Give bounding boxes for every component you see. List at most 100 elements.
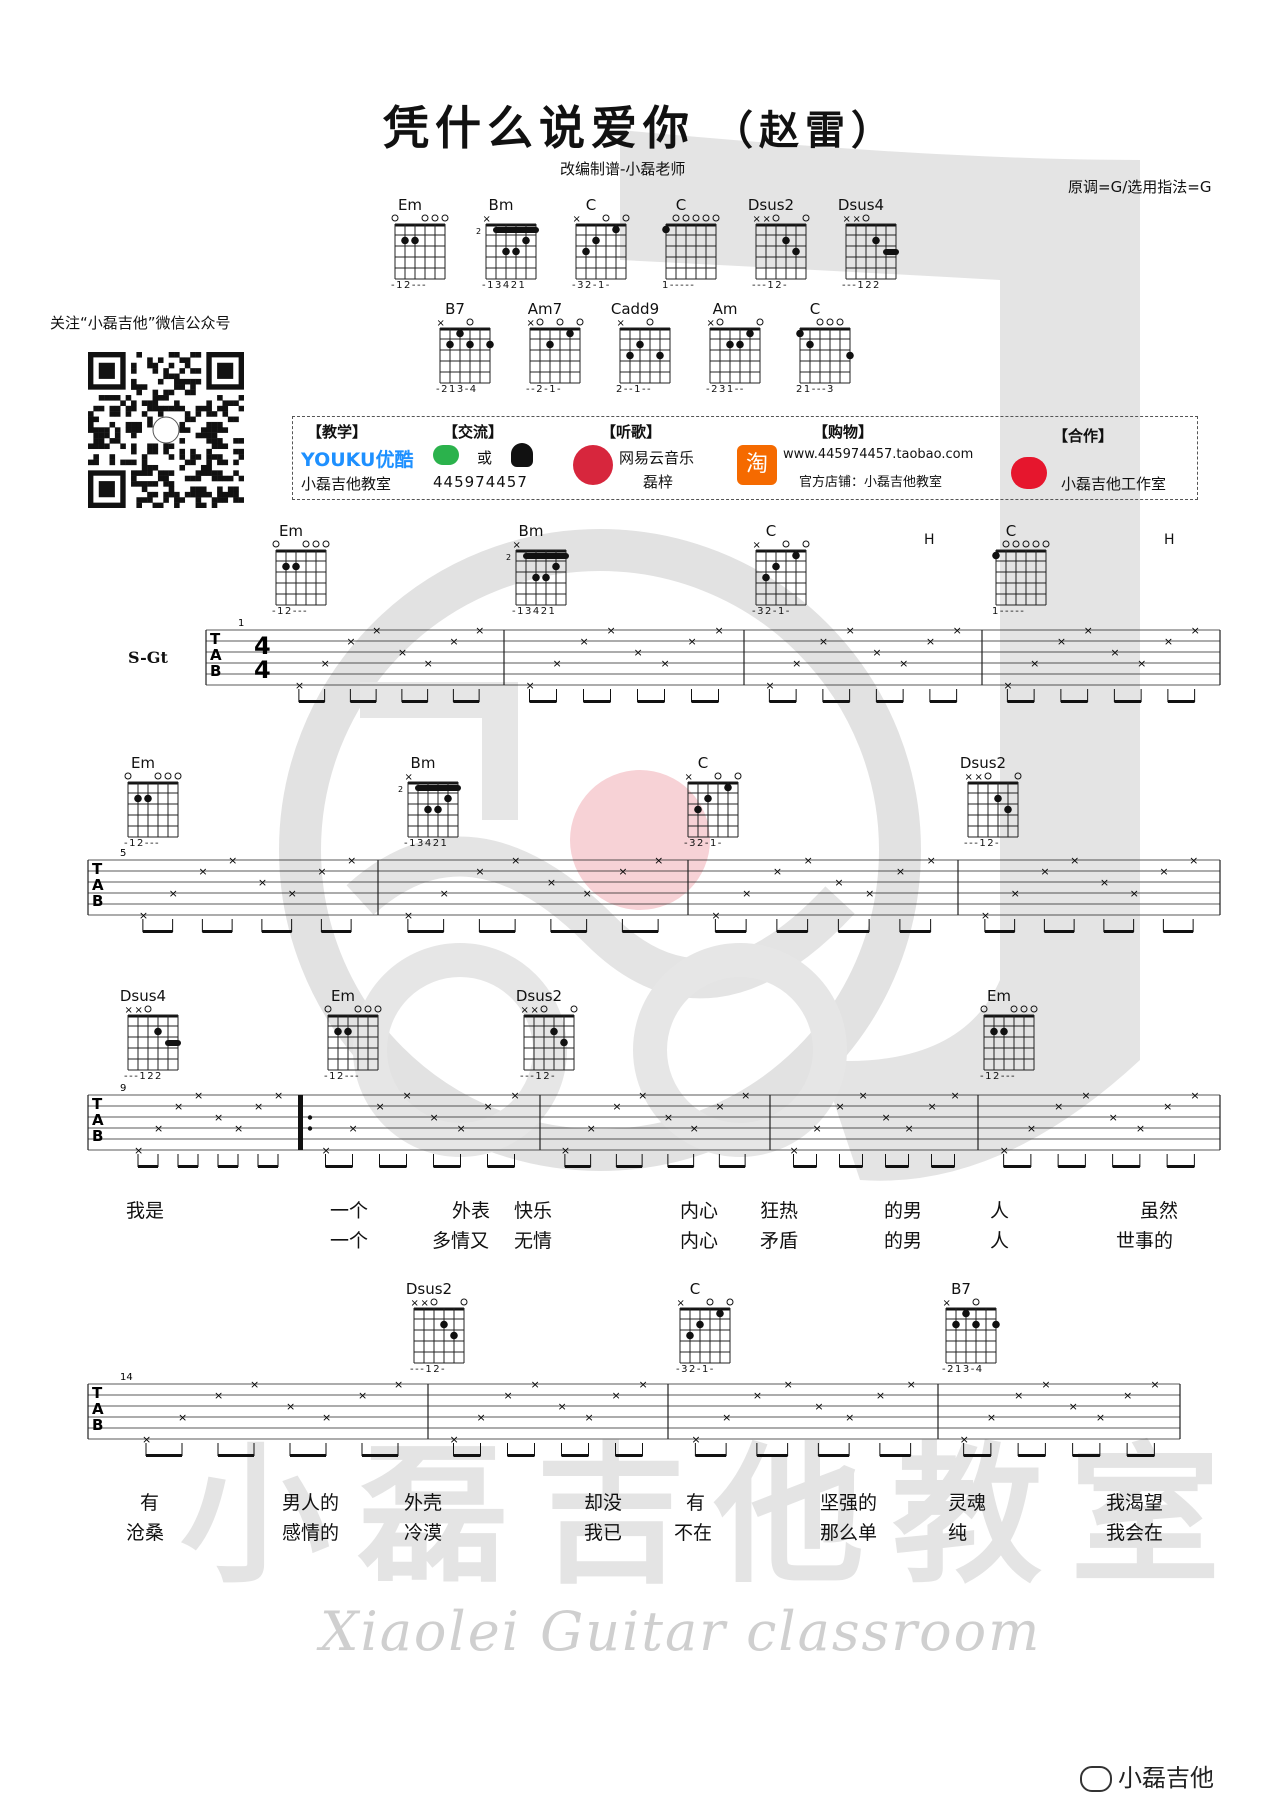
open-string-mark <box>672 214 680 222</box>
open-string-mark <box>702 214 710 222</box>
qr-module <box>233 448 239 455</box>
chord-fingering: -32-1- <box>752 606 791 617</box>
qr-module <box>109 421 116 428</box>
beam <box>1114 700 1142 703</box>
tab-note: × <box>813 1122 822 1135</box>
finger-dot <box>566 329 574 338</box>
lyric-word: 一个 <box>330 1200 369 1222</box>
qr-module <box>147 405 153 412</box>
open-string-mark <box>536 318 544 326</box>
finger-dot <box>440 1320 448 1329</box>
tab-note: × <box>457 1122 466 1135</box>
tab-note: × <box>403 1089 412 1102</box>
muted-string-mark: × <box>405 772 413 783</box>
finger-dot <box>696 1320 704 1329</box>
qr-module <box>163 481 169 487</box>
beam <box>622 930 659 933</box>
tab-note: × <box>859 1089 868 1102</box>
qr-module <box>88 427 94 433</box>
tab-note: × <box>664 1111 673 1124</box>
qr-module <box>152 395 159 401</box>
chord-fingering: -12--- <box>272 606 309 617</box>
qr-module <box>195 368 202 374</box>
qr-module <box>195 491 202 498</box>
open-string-mark <box>706 1298 714 1306</box>
lyric-word: 灵魂 <box>948 1492 987 1514</box>
taobao-icon[interactable]: 淘 <box>737 445 777 485</box>
tab-note: × <box>792 657 801 670</box>
qr-module <box>206 459 212 466</box>
beam <box>401 700 428 703</box>
open-string-mark <box>174 772 182 780</box>
open-string-mark <box>802 214 810 222</box>
qr-module <box>131 378 137 385</box>
open-string-mark <box>862 214 870 222</box>
chord-fingering: ---12- <box>520 1071 557 1082</box>
qr-module <box>217 470 223 476</box>
qr-module <box>163 497 169 503</box>
tab-note: × <box>612 1389 621 1402</box>
muted-string-mark: × <box>513 540 521 551</box>
qr-module <box>125 421 132 428</box>
finger-dot <box>994 794 1002 803</box>
tab-note: × <box>690 1122 699 1135</box>
tab-clef-letter: B <box>92 1127 103 1145</box>
qr-module <box>163 368 169 374</box>
qr-module <box>206 464 212 471</box>
qr-module <box>125 459 132 466</box>
hammer-mark-2: H <box>1164 532 1175 548</box>
finger-dot <box>792 551 800 560</box>
beam <box>822 700 850 703</box>
open-string-mark <box>734 772 742 780</box>
tab-note: × <box>288 887 297 900</box>
qr-module <box>141 459 148 466</box>
muted-string-mark: × <box>943 1298 951 1309</box>
beam <box>756 1454 788 1457</box>
finger-dot <box>962 1309 970 1318</box>
qr-code[interactable] <box>88 352 244 508</box>
promo-shop-url[interactable]: www.445974457.taobao.com <box>783 447 973 462</box>
weibo-icon[interactable] <box>1011 457 1047 489</box>
qr-module <box>157 395 164 401</box>
tab-staff: TAB5×××××××××××××××××××××××××××××××× <box>87 848 1221 933</box>
qr-module <box>233 497 239 503</box>
beam <box>931 1165 955 1168</box>
qr-module <box>179 427 186 433</box>
qr-module <box>131 481 137 487</box>
qr-logo <box>152 416 180 444</box>
qr-module <box>190 454 196 460</box>
tab-note: × <box>905 1122 914 1135</box>
qr-module <box>217 395 223 401</box>
finger-dot <box>772 562 780 571</box>
qr-module <box>238 448 244 455</box>
open-string-mark <box>602 214 610 222</box>
qr-module <box>217 454 223 460</box>
qq-icon[interactable] <box>511 443 533 467</box>
beam <box>879 1454 911 1457</box>
qr-module <box>131 400 137 406</box>
tab-note: × <box>587 1122 596 1135</box>
muted-string-mark: × <box>617 318 625 329</box>
qr-module <box>152 443 159 450</box>
qr-module <box>206 448 212 455</box>
netease-music-icon[interactable] <box>573 445 613 485</box>
qr-module <box>206 432 212 439</box>
open-string-mark <box>354 1005 362 1013</box>
beam <box>325 1165 353 1168</box>
qr-module <box>131 368 137 374</box>
open-string-mark <box>980 1005 988 1013</box>
youku-logo[interactable]: YOUKU优酷 <box>301 445 413 472</box>
qr-module <box>195 411 202 417</box>
finger-dot <box>636 340 644 349</box>
tab-note: × <box>139 909 148 922</box>
tab-note: × <box>449 635 458 648</box>
wechat-icon[interactable] <box>433 445 459 465</box>
qr-module <box>217 405 223 412</box>
lyric-word: 人 <box>990 1200 1010 1222</box>
qr-module <box>136 421 142 428</box>
qr-module <box>179 368 186 374</box>
qr-module <box>179 384 186 390</box>
open-string-mark <box>972 1298 980 1306</box>
qr-module <box>217 486 223 493</box>
open-string-mark <box>984 772 992 780</box>
